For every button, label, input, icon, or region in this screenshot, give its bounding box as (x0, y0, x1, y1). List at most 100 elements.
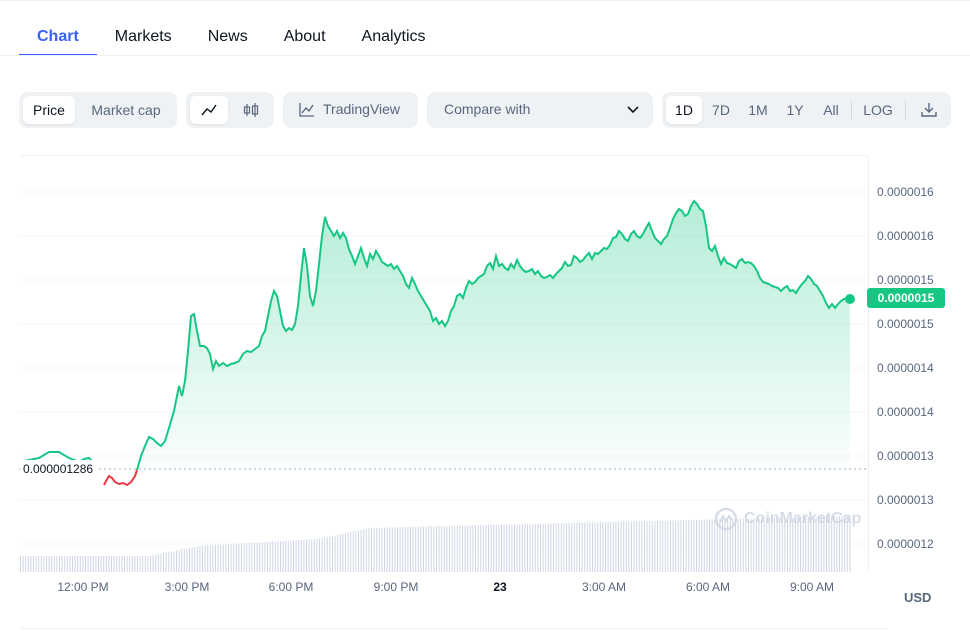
volume-bar (290, 540, 292, 572)
range-all-button[interactable]: All (814, 96, 848, 124)
volume-bar (529, 523, 531, 572)
tab-markets[interactable]: Markets (97, 14, 190, 56)
volume-bar (48, 556, 50, 572)
volume-bar (212, 545, 214, 572)
volume-bar (251, 542, 253, 572)
volume-bar (641, 521, 643, 572)
volume-bar (477, 525, 479, 572)
volume-bar (415, 526, 417, 572)
volume-bar (46, 556, 47, 572)
volume-bar (72, 556, 73, 572)
tab-news[interactable]: News (190, 14, 266, 56)
volume-bar (584, 522, 586, 572)
volume-bar (566, 523, 567, 572)
volume-bar (358, 530, 359, 572)
volume-bar (186, 548, 188, 572)
volume-bar (459, 525, 461, 572)
candlestick-button[interactable] (232, 96, 270, 124)
volume-bar (181, 549, 183, 572)
volume-bar (324, 537, 326, 572)
volume-bar (79, 556, 81, 572)
tradingview-button[interactable]: TradingView (283, 92, 418, 128)
volume-bar (82, 556, 84, 572)
volume-bar (152, 555, 154, 572)
y-axis-label: 0.0000013 (877, 493, 934, 507)
volume-bar (693, 519, 695, 572)
x-axis-date-label: 23 (493, 580, 507, 594)
volume-bar (436, 526, 437, 572)
volume-bar (360, 529, 362, 572)
x-axis-label: 6:00 AM (685, 580, 731, 594)
volume-bar (267, 541, 268, 572)
volume-bar (222, 544, 224, 572)
volume-bar (628, 521, 630, 572)
range-1d-button[interactable]: 1D (666, 96, 702, 124)
volume-bar (228, 544, 229, 572)
y-axis-label: 0.0000014 (877, 361, 934, 375)
volume-bar (384, 527, 385, 572)
volume-bar (703, 519, 705, 572)
volume-bar (376, 527, 378, 572)
range-1m-button[interactable]: 1M (740, 96, 776, 124)
volume-bar (56, 556, 58, 572)
volume-bar (391, 527, 393, 572)
volume-bar (220, 544, 222, 572)
volume-bar (126, 556, 128, 572)
compare-with-label: Compare with (444, 101, 531, 117)
volume-bar (150, 555, 151, 572)
tab-chart[interactable]: Chart (19, 14, 97, 56)
volume-bar (420, 526, 422, 572)
candlestick-icon (243, 103, 259, 117)
volume-bar (586, 522, 588, 572)
y-axis-label: 0.0000013 (877, 449, 934, 463)
volume-bar (196, 546, 198, 572)
volume-bar (462, 525, 463, 572)
price-button[interactable]: Price (23, 96, 75, 124)
volume-bar (511, 524, 513, 572)
time-range-toolbar: 1D 7D 1M 1Y All LOG (662, 92, 951, 128)
coinmarketcap-logo-icon (714, 507, 738, 531)
volume-bar (345, 533, 346, 572)
volume-bar (633, 521, 635, 572)
volume-bar (204, 545, 206, 572)
volume-bar (259, 542, 261, 572)
range-1y-button[interactable]: 1Y (778, 96, 812, 124)
volume-bar (160, 553, 162, 572)
log-scale-button[interactable]: LOG (854, 96, 902, 124)
y-axis-label: 0.0000016 (877, 229, 934, 243)
market-cap-button[interactable]: Market cap (81, 96, 171, 124)
tab-analytics[interactable]: Analytics (344, 14, 444, 56)
compare-with-select[interactable]: Compare with (427, 92, 653, 128)
volume-bar (274, 541, 276, 572)
range-7d-button[interactable]: 7D (704, 96, 738, 124)
x-axis-label: 12:00 PM (57, 580, 109, 594)
volume-bar (446, 526, 448, 572)
volume-bar (178, 550, 180, 572)
volume-bar (241, 543, 242, 572)
volume-bar (701, 519, 703, 572)
volume-bar (451, 525, 453, 572)
open-price-label: 0.000001286 (20, 460, 97, 478)
volume-bar (256, 542, 258, 572)
volume-bar (709, 519, 710, 572)
line-chart-button[interactable] (190, 96, 228, 124)
volume-bar (623, 521, 625, 572)
volume-bar (64, 556, 66, 572)
volume-bar (194, 546, 196, 572)
volume-bar (235, 543, 237, 572)
download-button[interactable] (912, 96, 946, 124)
x-axis-label: 9:00 AM (789, 580, 835, 594)
watermark: CoinMarketCap (714, 507, 861, 531)
volume-bar (625, 521, 627, 572)
volume-bar (118, 556, 120, 572)
volume-bar (43, 556, 45, 572)
tab-about[interactable]: About (266, 14, 344, 56)
volume-bar (690, 519, 692, 572)
volume-bar (527, 524, 528, 572)
volume-bar (225, 544, 227, 572)
volume-bar (410, 526, 411, 572)
volume-bar (170, 551, 172, 572)
volume-bar (417, 526, 419, 572)
volume-bar (407, 527, 409, 572)
volume-bar (303, 539, 305, 572)
